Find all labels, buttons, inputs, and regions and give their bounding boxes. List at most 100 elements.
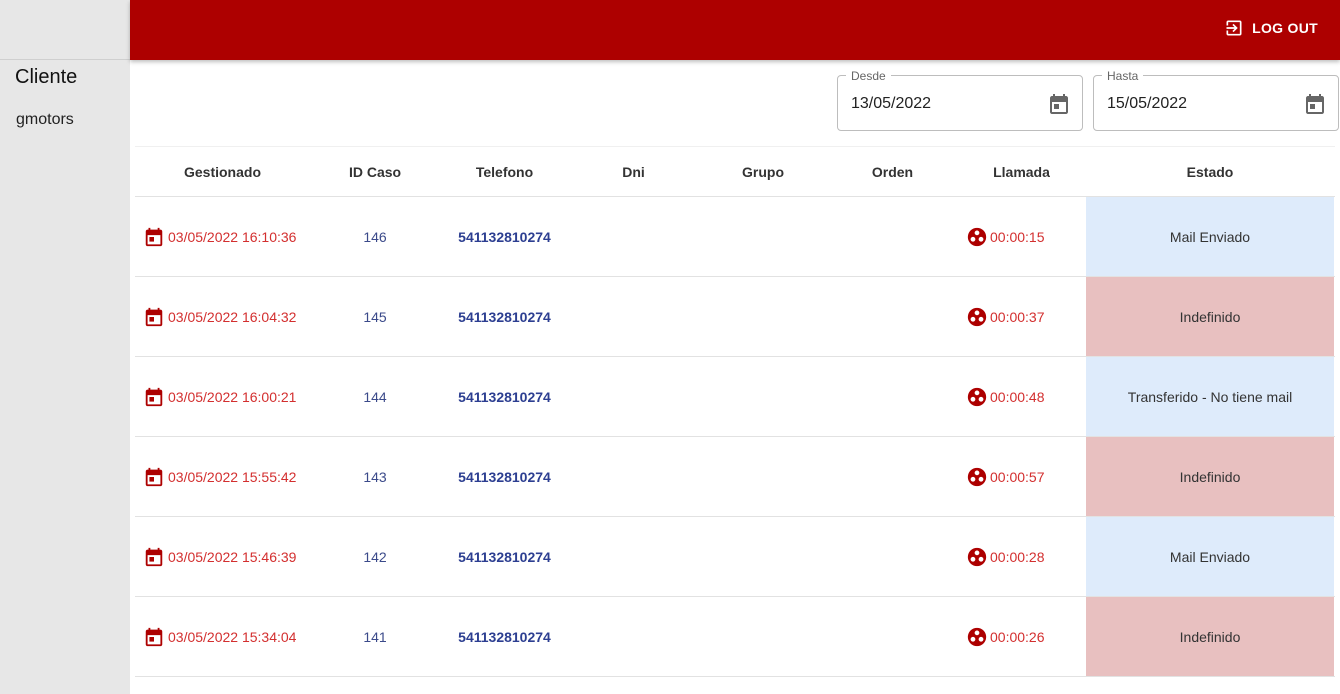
dni-cell — [569, 597, 698, 676]
telefono-cell[interactable]: 541132810274 — [440, 517, 569, 596]
desde-value[interactable]: 13/05/2022 — [851, 95, 931, 113]
header-orden[interactable]: Orden — [828, 147, 957, 196]
grupo-cell — [698, 597, 828, 676]
dni-cell — [569, 277, 698, 356]
sidebar: Cliente gmotors — [0, 0, 130, 694]
estado-cell: Mail Enviado — [1086, 197, 1334, 276]
recording-icon[interactable] — [966, 546, 988, 568]
calendar-icon — [145, 467, 163, 486]
recording-icon[interactable] — [966, 466, 988, 488]
llamada-duration: 00:00:15 — [990, 228, 1045, 245]
header-telefono[interactable]: Telefono — [440, 147, 569, 196]
calendar-icon — [145, 387, 163, 406]
telefono-cell[interactable]: 541132810274 — [440, 597, 569, 676]
table-row[interactable]: 03/05/2022 15:46:39 142 541132810274 00:… — [135, 517, 1335, 597]
llamada-cell[interactable]: 00:00:28 — [957, 517, 1086, 596]
llamada-cell[interactable]: 00:00:15 — [957, 197, 1086, 276]
logout-icon — [1226, 20, 1242, 36]
estado-cell: Indefinido — [1086, 437, 1334, 516]
grupo-cell — [698, 277, 828, 356]
gestionado-cell: 03/05/2022 15:46:39 — [135, 517, 310, 596]
llamada-cell[interactable]: 00:00:37 — [957, 277, 1086, 356]
telefono-cell[interactable]: 541132810274 — [440, 197, 569, 276]
id-caso-cell: 144 — [363, 388, 387, 405]
gestionado-cell: 03/05/2022 15:55:42 — [135, 437, 310, 516]
llamada-cell[interactable]: 00:00:26 — [957, 597, 1086, 676]
gestionado-value: 03/05/2022 16:10:36 — [168, 228, 297, 245]
header-id-caso[interactable]: ID Caso — [310, 147, 440, 196]
telefono-cell[interactable]: 541132810274 — [440, 437, 569, 516]
llamada-cell[interactable]: 00:00:48 — [957, 357, 1086, 436]
recording-icon[interactable] — [966, 626, 988, 648]
estado-cell: Indefinido — [1086, 597, 1334, 676]
llamada-cell[interactable]: 00:00:57 — [957, 437, 1086, 516]
desde-date-field[interactable]: Desde 13/05/2022 — [837, 69, 1083, 131]
llamada-duration: 00:00:37 — [990, 308, 1045, 325]
header-llamada[interactable]: Llamada — [957, 147, 1086, 196]
recording-icon[interactable] — [966, 226, 988, 248]
logout-button[interactable]: LOG OUT — [1224, 17, 1318, 39]
hasta-date-field[interactable]: Hasta 15/05/2022 — [1093, 69, 1339, 131]
dni-cell — [569, 197, 698, 276]
hasta-value[interactable]: 15/05/2022 — [1107, 95, 1187, 113]
recording-icon[interactable] — [966, 386, 988, 408]
dni-cell — [569, 517, 698, 596]
gestionado-value: 03/05/2022 15:34:04 — [168, 628, 297, 645]
orden-cell — [828, 597, 957, 676]
orden-cell — [828, 517, 957, 596]
orden-cell — [828, 197, 957, 276]
llamada-duration: 00:00:48 — [990, 388, 1045, 405]
table-header: Gestionado ID Caso Telefono Dni Grupo Or… — [135, 146, 1335, 197]
table-row[interactable]: 03/05/2022 15:55:42 143 541132810274 00:… — [135, 437, 1335, 517]
sidebar-header — [0, 0, 130, 60]
grupo-cell — [698, 437, 828, 516]
dni-cell — [569, 357, 698, 436]
gestionado-cell: 03/05/2022 16:04:32 — [135, 277, 310, 356]
llamada-duration: 00:00:28 — [990, 548, 1045, 565]
id-caso-cell: 141 — [363, 628, 387, 645]
calendar-icon[interactable] — [1303, 92, 1327, 116]
table-row[interactable]: 03/05/2022 15:34:04 141 541132810274 00:… — [135, 597, 1335, 677]
gestionado-cell: 03/05/2022 16:00:21 — [135, 357, 310, 436]
recording-icon[interactable] — [966, 306, 988, 328]
orden-cell — [828, 357, 957, 436]
logout-label: LOG OUT — [1252, 20, 1318, 36]
telefono-cell[interactable]: 541132810274 — [440, 277, 569, 356]
header-grupo[interactable]: Grupo — [698, 147, 828, 196]
calendar-icon — [145, 547, 163, 566]
grupo-cell — [698, 197, 828, 276]
llamada-duration: 00:00:57 — [990, 468, 1045, 485]
gestionado-value: 03/05/2022 16:00:21 — [168, 388, 297, 405]
table-row[interactable]: 03/05/2022 16:10:36 146 541132810274 00:… — [135, 197, 1335, 277]
gestionado-value: 03/05/2022 15:46:39 — [168, 548, 297, 565]
header-estado[interactable]: Estado — [1086, 147, 1334, 196]
calendar-icon — [145, 627, 163, 646]
grupo-cell — [698, 517, 828, 596]
id-caso-cell: 146 — [363, 228, 387, 245]
estado-cell: Indefinido — [1086, 277, 1334, 356]
gestionado-value: 03/05/2022 16:04:32 — [168, 308, 297, 325]
id-caso-cell: 145 — [363, 308, 387, 325]
gestionado-value: 03/05/2022 15:55:42 — [168, 468, 297, 485]
sidebar-title: Cliente — [15, 66, 78, 88]
estado-cell: Transferido - No tiene mail — [1086, 357, 1334, 436]
calendar-icon — [145, 227, 163, 246]
app-bar: LOG OUT — [130, 0, 1340, 60]
grupo-cell — [698, 357, 828, 436]
id-caso-cell: 142 — [363, 548, 387, 565]
header-dni[interactable]: Dni — [569, 147, 698, 196]
orden-cell — [828, 277, 957, 356]
sidebar-item-client[interactable]: gmotors — [16, 111, 74, 129]
telefono-cell[interactable]: 541132810274 — [440, 357, 569, 436]
header-gestionado[interactable]: Gestionado — [135, 147, 310, 196]
hasta-label: Hasta — [1102, 69, 1144, 83]
gestionado-cell: 03/05/2022 16:10:36 — [135, 197, 310, 276]
estado-cell: Mail Enviado — [1086, 517, 1334, 596]
orden-cell — [828, 437, 957, 516]
table-row[interactable]: 03/05/2022 16:04:32 145 541132810274 00:… — [135, 277, 1335, 357]
table-row[interactable]: 03/05/2022 16:00:21 144 541132810274 00:… — [135, 357, 1335, 437]
llamada-duration: 00:00:26 — [990, 628, 1045, 645]
calendar-icon[interactable] — [1047, 92, 1071, 116]
calls-table: Gestionado ID Caso Telefono Dni Grupo Or… — [135, 146, 1335, 677]
desde-label: Desde — [846, 69, 891, 83]
